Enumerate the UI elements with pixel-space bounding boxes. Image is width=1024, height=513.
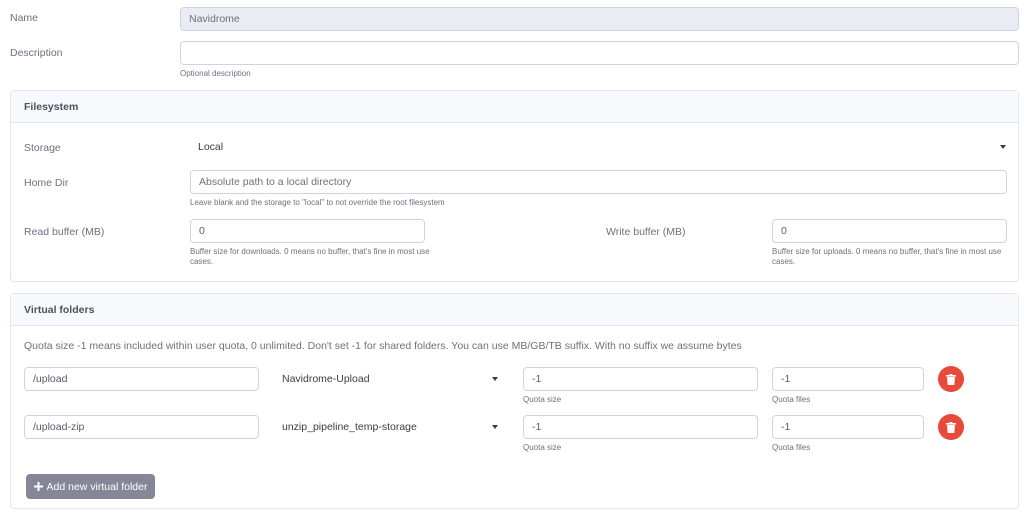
- write-buffer-field[interactable]: [772, 219, 1007, 243]
- quota-size-label: Quota size: [523, 395, 562, 404]
- vfolder-select[interactable]: Navidrome-Upload: [274, 368, 502, 390]
- storage-select[interactable]: Local: [190, 137, 1006, 157]
- home-dir-field[interactable]: [190, 170, 1007, 194]
- quota-size-field[interactable]: [523, 367, 758, 391]
- storage-label: Storage: [24, 142, 61, 154]
- vfolder-select-value: unzip_pipeline_temp-storage: [282, 421, 417, 433]
- trash-icon: [946, 373, 956, 385]
- read-buffer-help: Buffer size for downloads. 0 means no bu…: [190, 247, 430, 266]
- vfolder-path-field[interactable]: [24, 367, 259, 391]
- home-dir-help: Leave blank and the storage to "local" t…: [190, 198, 445, 207]
- vfolder-select-value: Navidrome-Upload: [282, 373, 370, 385]
- quota-size-field[interactable]: [523, 415, 758, 439]
- description-label: Description: [10, 47, 63, 59]
- virtual-folders-card: Virtual folders Quota size -1 means incl…: [10, 293, 1019, 509]
- read-buffer-field[interactable]: [190, 219, 425, 243]
- write-buffer-help: Buffer size for uploads. 0 means no buff…: [772, 247, 1002, 266]
- description-help: Optional description: [180, 69, 251, 78]
- read-buffer-label: Read buffer (MB): [24, 226, 105, 238]
- vfolder-select[interactable]: unzip_pipeline_temp-storage: [274, 416, 502, 438]
- quota-files-field[interactable]: [772, 415, 924, 439]
- add-virtual-folder-label: Add new virtual folder: [46, 480, 148, 493]
- add-virtual-folder-button[interactable]: Add new virtual folder: [26, 474, 155, 499]
- caret-down-icon: [492, 425, 498, 429]
- quota-files-label: Quota files: [772, 395, 811, 404]
- delete-vfolder-button[interactable]: [938, 414, 964, 440]
- name-label: Name: [10, 12, 39, 24]
- write-buffer-label: Write buffer (MB): [606, 226, 686, 238]
- name-field[interactable]: [180, 7, 1019, 31]
- filesystem-header: Filesystem: [11, 91, 1018, 123]
- caret-down-icon: [1000, 145, 1006, 149]
- filesystem-card: Filesystem Storage Local Home Dir Leave …: [10, 90, 1019, 282]
- caret-down-icon: [492, 377, 498, 381]
- trash-icon: [946, 421, 956, 433]
- plus-icon: [33, 482, 43, 491]
- quota-files-label: Quota files: [772, 443, 811, 452]
- description-field[interactable]: [180, 41, 1019, 65]
- quota-files-field[interactable]: [772, 367, 924, 391]
- home-dir-label: Home Dir: [24, 177, 69, 189]
- quota-size-label: Quota size: [523, 443, 562, 452]
- virtual-folders-header: Virtual folders: [11, 294, 1018, 326]
- vfolder-path-field[interactable]: [24, 415, 259, 439]
- quota-note: Quota size -1 means included within user…: [24, 340, 742, 352]
- storage-select-value: Local: [198, 141, 224, 153]
- delete-vfolder-button[interactable]: [938, 366, 964, 392]
